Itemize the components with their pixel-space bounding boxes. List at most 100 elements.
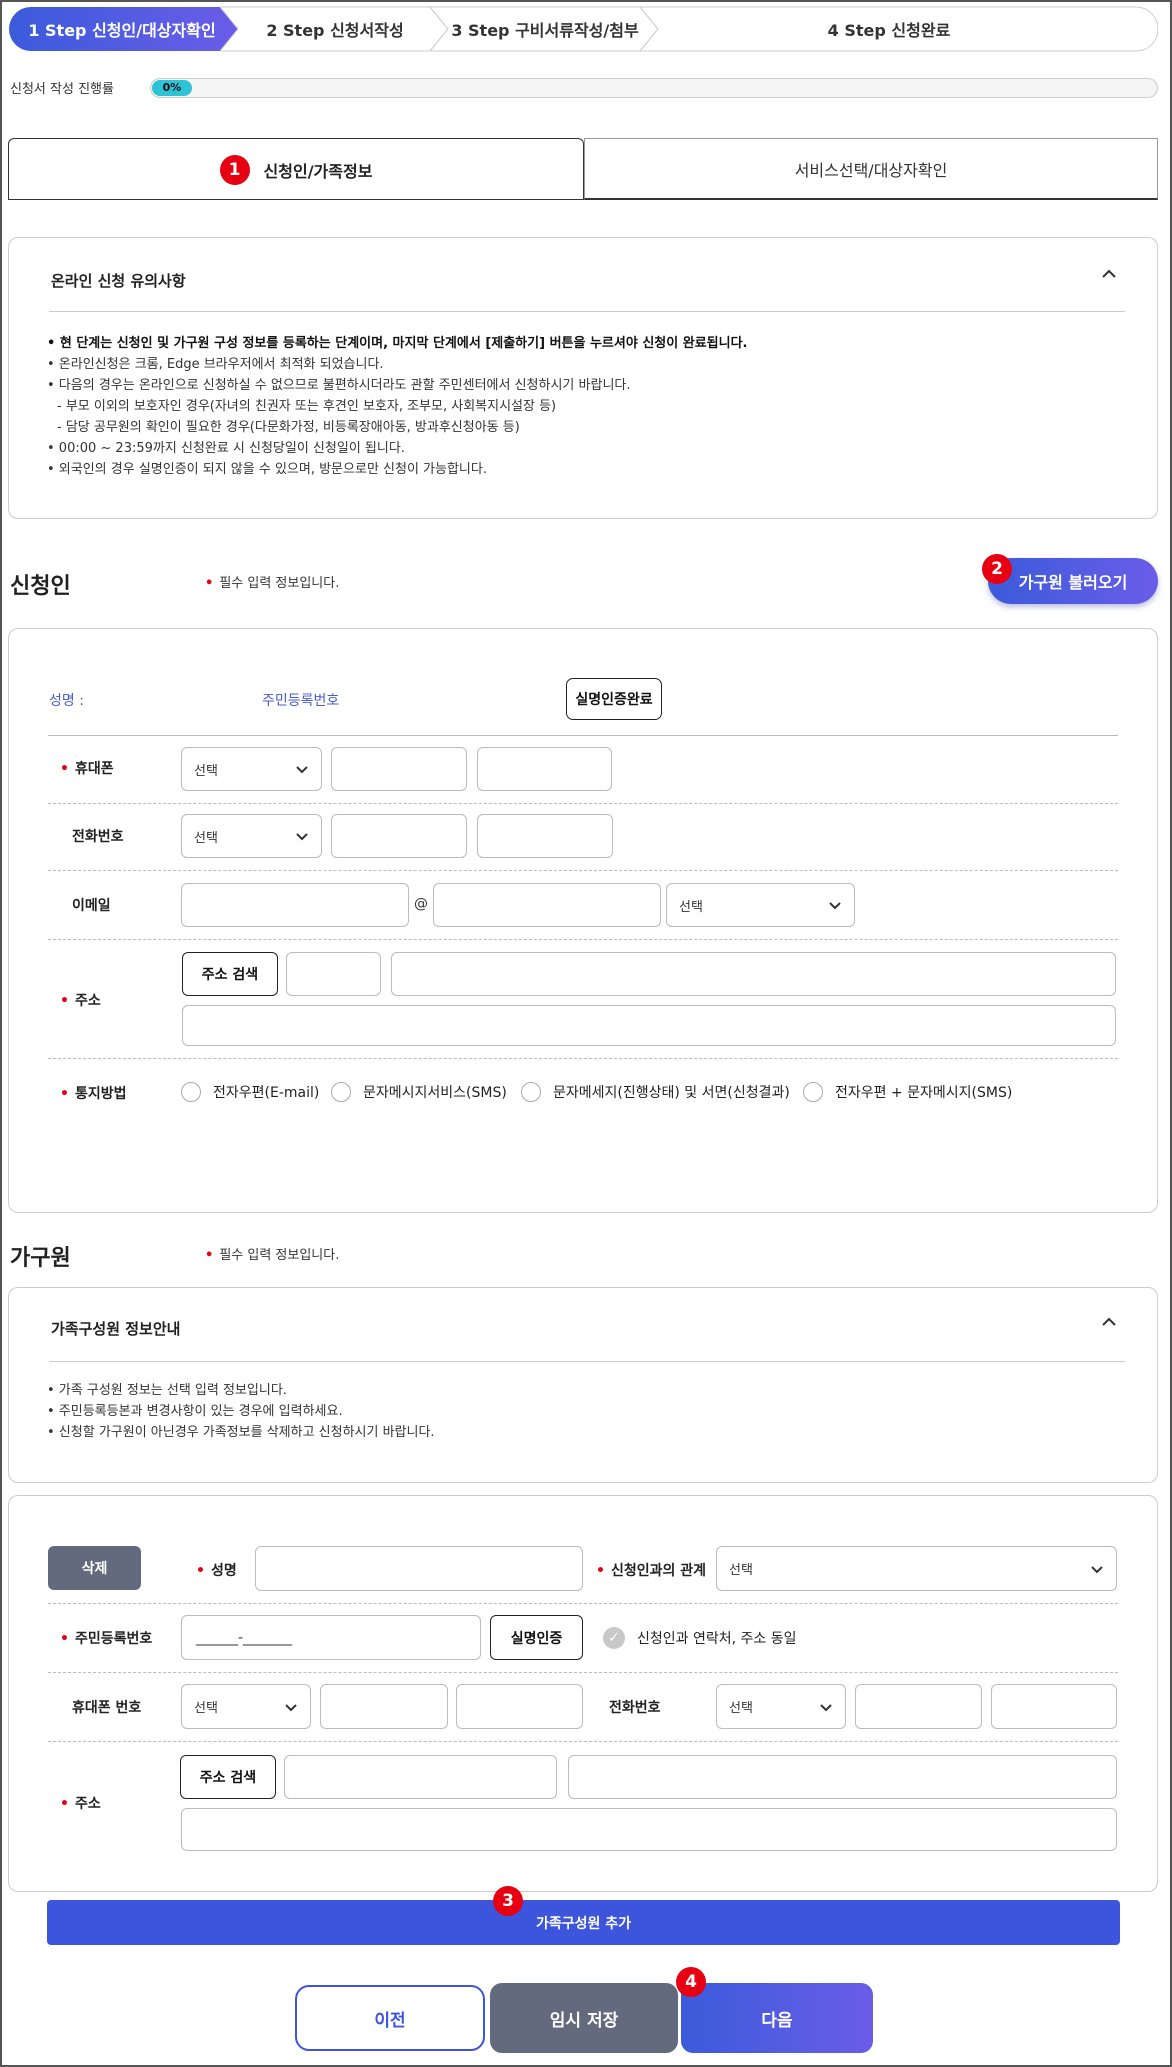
notify-option-email-sms[interactable]: 전자우편 + 문자메시지(SMS) [803, 1082, 1012, 1102]
add-family-member-button[interactable]: 가족구성원 추가 [47, 1900, 1120, 1945]
household-info-list: • 가족 구성원 정보는 선택 입력 정보입니다. • 주민등록등본과 변경사항… [47, 1380, 1127, 1443]
member-name-input[interactable] [255, 1546, 583, 1591]
tab-applicant-family-label: 신청인/가족정보 [263, 161, 373, 181]
load-family-button[interactable]: 가구원 불러오기 [988, 558, 1158, 604]
notice-item: • 온라인신청은 크롬, Edge 브라우저에서 최적화 되었습니다. [47, 357, 384, 372]
member-phone-middle-input[interactable] [855, 1684, 982, 1729]
phone-middle-input[interactable] [331, 814, 467, 858]
notice-list: • 현 단계는 신청인 및 가구원 구성 정보를 등록하는 단계이며, 마지막 … [47, 333, 1127, 480]
chevron-down-icon [285, 1703, 297, 1711]
delete-member-button[interactable]: 삭제 [48, 1546, 141, 1590]
address-label: • 주소 [60, 990, 101, 1010]
mobile-prefix-select[interactable]: 선택 [181, 747, 322, 791]
relation-select[interactable]: 선택 [716, 1546, 1117, 1591]
member-mobile-prefix-select[interactable]: 선택 [181, 1684, 311, 1729]
email-domain-value: 선택 [679, 899, 703, 915]
step-3[interactable]: 3 Step 구비서류작성/첨부 [430, 6, 660, 52]
step-4-label: 4 Step 신청완료 [827, 21, 951, 40]
member-address-main-input[interactable] [568, 1755, 1117, 1799]
step-4[interactable]: 4 Step 신청완료 [640, 6, 1158, 52]
badge-3: 3 [493, 1886, 523, 1916]
phone-prefix-value: 선택 [194, 830, 218, 846]
phone-last-input[interactable] [477, 814, 613, 858]
row-divider [48, 870, 1118, 871]
notice-item: • 외국인의 경우 실명인증이 되지 않을 수 있으며, 방문으로만 신청이 가… [47, 462, 487, 477]
notify-option-label: 문자메시지서비스(SMS) [363, 1085, 507, 1101]
chevron-up-icon[interactable] [1099, 264, 1119, 289]
member-rrn-input[interactable]: ______-_______ [181, 1615, 481, 1660]
applicant-section-title: 신청인 [10, 574, 71, 599]
member-mobile-middle-input[interactable] [320, 1684, 448, 1729]
member-address-detail-input[interactable] [181, 1808, 1117, 1851]
member-zipcode-input[interactable] [284, 1755, 557, 1799]
notice-item: • 다음의 경우는 온라인으로 신청하실 수 없으므로 불편하시더라도 관할 주… [47, 378, 631, 393]
member-address-label-text: 주소 [74, 1796, 101, 1812]
step-2[interactable]: 2 Step 신청서작성 [220, 6, 450, 52]
row-divider [48, 1672, 1118, 1673]
radio-circle [331, 1082, 351, 1102]
step-1[interactable]: 1 Step 신청인/대상자확인 [8, 6, 238, 52]
chevron-down-icon [296, 833, 308, 841]
member-name-label-text: 성명 [210, 1563, 237, 1579]
temp-save-button[interactable]: 임시 저장 [490, 1983, 678, 2053]
applicant-rrn-label: 주민등록번호 [262, 693, 340, 709]
household-info-item: • 신청할 가구원이 아닌경우 가족정보를 삭제하고 신청하시기 바랍니다. [47, 1425, 435, 1440]
step-bar: 1 Step 신청인/대상자확인 2 Step 신청서작성 3 Step 구비서… [8, 6, 1158, 52]
applicant-required-note: • 필수 입력 정보입니다. [205, 572, 339, 591]
check-icon: ✓ [603, 1627, 625, 1649]
household-required-note: • 필수 입력 정보입니다. [205, 1244, 339, 1263]
phone-label: 전화번호 [72, 829, 124, 845]
email-id-input[interactable] [181, 883, 409, 927]
address-label-text: 주소 [74, 993, 101, 1009]
notice-item: - 부모 이외의 보호자인 경우(자녀의 친권자 또는 후견인 보호자, 조부모… [57, 399, 557, 414]
relation-value: 선택 [729, 1563, 753, 1578]
notify-option-label: 전자우편 + 문자메시지(SMS) [835, 1085, 1013, 1101]
row-divider [48, 803, 1118, 804]
at-sign: @ [414, 896, 428, 912]
household-info-item: • 가족 구성원 정보는 선택 입력 정보입니다. [47, 1383, 287, 1398]
address-detail-input[interactable] [182, 1005, 1116, 1046]
email-domain-input[interactable] [433, 883, 661, 927]
verified-button[interactable]: 실명인증완료 [566, 678, 662, 720]
member-mobile-last-input[interactable] [456, 1684, 583, 1729]
same-contact-label: 신청인과 연락처, 주소 동일 [637, 1631, 797, 1647]
notify-option-sms[interactable]: 문자메시지서비스(SMS) [331, 1082, 507, 1102]
notice-item: • 현 단계는 신청인 및 가구원 구성 정보를 등록하는 단계이며, 마지막 … [47, 336, 748, 351]
mobile-last-input[interactable] [477, 747, 612, 791]
required-dot: • [196, 1563, 205, 1579]
badge-2: 2 [982, 554, 1012, 584]
mobile-middle-input[interactable] [331, 747, 467, 791]
member-phone-prefix-value: 선택 [729, 1701, 753, 1716]
household-info-title: 가족구성원 정보안내 [51, 1320, 181, 1338]
member-address-search-button[interactable]: 주소 검색 [180, 1755, 276, 1799]
same-contact-checkbox[interactable]: ✓ 신청인과 연락처, 주소 동일 [603, 1627, 796, 1649]
notify-option-email[interactable]: 전자우편(E-mail) [181, 1082, 319, 1102]
row-divider [48, 1058, 1118, 1059]
phone-prefix-select[interactable]: 선택 [181, 814, 322, 858]
notify-label-text: 통지방법 [74, 1086, 127, 1102]
notice-panel: 온라인 신청 유의사항 • 현 단계는 신청인 및 가구원 구성 정보를 등록하… [8, 237, 1158, 519]
zipcode-input[interactable] [286, 952, 381, 996]
next-button[interactable]: 다음 [681, 1983, 873, 2053]
address-search-button[interactable]: 주소 검색 [182, 952, 278, 996]
tab-service-select[interactable]: 서비스선택/대상자확인 [584, 138, 1158, 200]
member-phone-prefix-select[interactable]: 선택 [716, 1684, 846, 1729]
radio-circle [803, 1082, 823, 1102]
relation-label: • 신청인과의 관계 [596, 1560, 706, 1580]
address-main-input[interactable] [391, 952, 1116, 996]
household-info-item: • 주민등록등본과 변경사항이 있는 경우에 입력하세요. [47, 1404, 343, 1419]
chevron-down-icon [1091, 1565, 1103, 1573]
mobile-label-text: 휴대폰 [74, 761, 114, 777]
verify-name-button[interactable]: 실명인증 [490, 1615, 583, 1660]
notify-option-sms-paper[interactable]: 문자메세지(진행상태) 및 서면(신청결과) [521, 1082, 790, 1102]
progress-fill: 0% [152, 80, 192, 96]
household-info-panel: 가족구성원 정보안내 • 가족 구성원 정보는 선택 입력 정보입니다. • 주… [8, 1287, 1158, 1483]
chevron-down-icon [820, 1703, 832, 1711]
tab-applicant-family[interactable]: 1 신청인/가족정보 [8, 138, 584, 200]
chevron-up-icon[interactable] [1099, 1312, 1119, 1337]
member-mobile-label: 휴대폰 번호 [72, 1700, 142, 1716]
email-domain-select[interactable]: 선택 [666, 883, 855, 927]
member-phone-last-input[interactable] [991, 1684, 1117, 1729]
required-dot: • [596, 1563, 605, 1579]
prev-button[interactable]: 이전 [295, 1985, 485, 2051]
